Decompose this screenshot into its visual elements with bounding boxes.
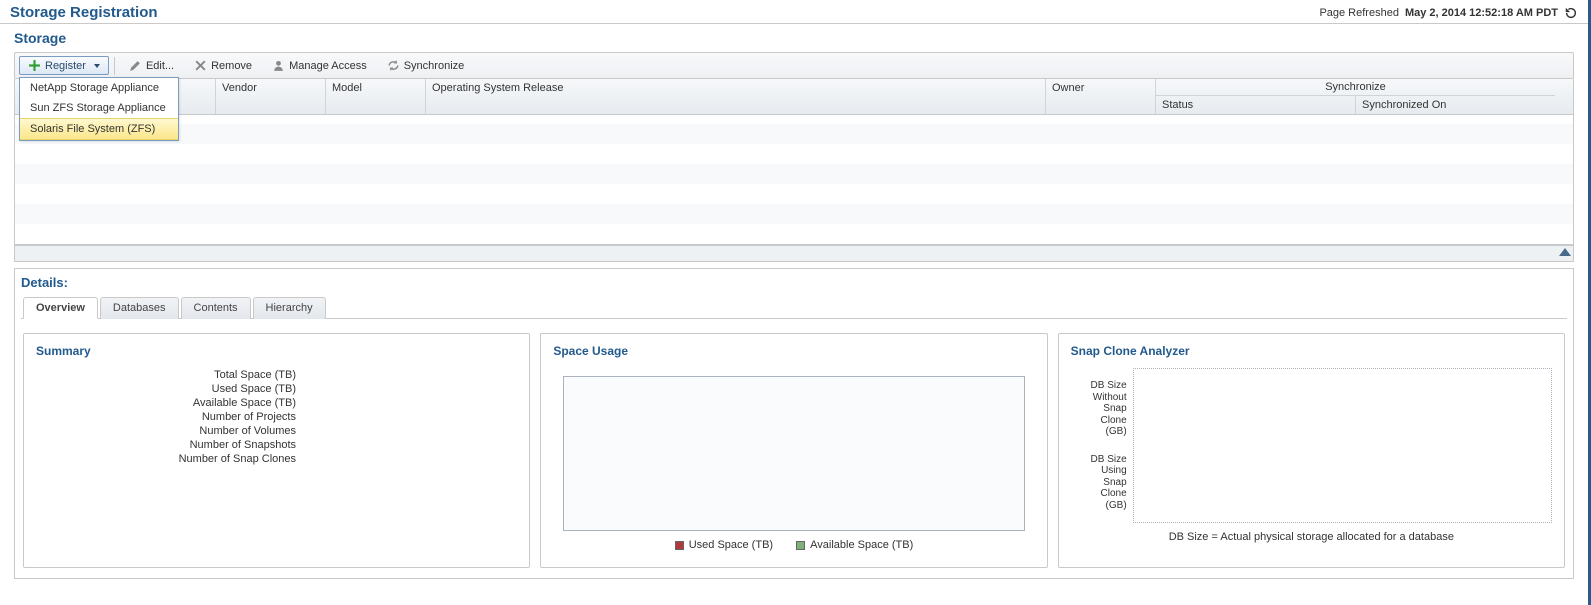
legend-available-label: Available Space (TB) — [810, 539, 913, 551]
register-button[interactable]: Register — [19, 56, 109, 75]
snap-label-using: DB Size Using Snap Clone (GB) — [1091, 454, 1127, 512]
page-title: Storage Registration — [10, 4, 158, 21]
snap-label-without: DB Size Without Snap Clone (GB) — [1091, 380, 1127, 438]
summary-list: Total Space (TB) Used Space (TB) Availab… — [36, 368, 296, 466]
grid-footer — [15, 245, 1573, 261]
register-dropdown: NetApp Storage Appliance Sun ZFS Storage… — [19, 77, 179, 141]
edit-button[interactable]: Edit... — [120, 56, 183, 75]
refresh-label: Page Refreshed — [1319, 7, 1399, 19]
refresh-timestamp: May 2, 2014 12:52:18 AM PDT — [1405, 7, 1558, 19]
space-usage-legend: Used Space (TB) Available Space (TB) — [553, 539, 1034, 553]
grid-header: Name Vendor Model Operating System Relea… — [15, 79, 1573, 115]
details-tabs: Overview Databases Contents Hierarchy — [21, 296, 1567, 319]
tab-hierarchy[interactable]: Hierarchy — [253, 297, 326, 319]
user-icon — [272, 59, 285, 72]
remove-button[interactable]: Remove — [185, 56, 261, 75]
legend-used: Used Space (TB) — [675, 539, 773, 551]
register-menu-netapp[interactable]: NetApp Storage Appliance — [20, 78, 178, 98]
tab-overview[interactable]: Overview — [23, 297, 98, 319]
summary-volumes: Number of Volumes — [36, 424, 296, 438]
summary-available-space: Available Space (TB) — [36, 396, 296, 410]
sync-icon — [387, 59, 400, 72]
storage-toolbar: Register NetApp Storage Appliance Sun ZF… — [14, 52, 1574, 79]
summary-title: Summary — [36, 344, 517, 358]
snap-clone-chart — [1133, 368, 1552, 523]
details-panel: Details: Overview Databases Contents Hie… — [14, 268, 1574, 579]
grid-body[interactable] — [15, 115, 1573, 245]
toolbar-separator — [114, 57, 115, 75]
top-header: Storage Registration Page Refreshed May … — [0, 0, 1588, 24]
summary-snapshots: Number of Snapshots — [36, 438, 296, 452]
col-vendor[interactable]: Vendor — [215, 79, 325, 114]
details-title: Details: — [21, 275, 1567, 290]
synchronize-button[interactable]: Synchronize — [378, 56, 474, 75]
page-root: { "header": { "title": "Storage Registra… — [0, 0, 1591, 605]
summary-total-space: Total Space (TB) — [36, 368, 296, 382]
col-os-release[interactable]: Operating System Release — [425, 79, 1045, 114]
tab-contents[interactable]: Contents — [181, 297, 251, 319]
tab-databases[interactable]: Databases — [100, 297, 179, 319]
remove-label: Remove — [211, 60, 252, 72]
manage-access-button[interactable]: Manage Access — [263, 56, 376, 75]
chevron-down-icon — [94, 64, 100, 68]
col-sync-header: Synchronize — [1155, 79, 1555, 96]
snap-clone-y-labels: DB Size Without Snap Clone (GB) DB Size … — [1071, 368, 1127, 523]
plus-icon — [28, 59, 41, 72]
overview-panels: Summary Total Space (TB) Used Space (TB)… — [21, 333, 1567, 568]
register-menu-solaris-zfs[interactable]: Solaris File System (ZFS) — [20, 118, 178, 140]
legend-used-label: Used Space (TB) — [689, 539, 773, 551]
summary-used-space: Used Space (TB) — [36, 382, 296, 396]
pencil-icon — [129, 59, 142, 72]
section-title: Storage — [14, 30, 1574, 46]
col-status[interactable]: Status — [1155, 96, 1355, 114]
snap-clone-chart-area: DB Size Without Snap Clone (GB) DB Size … — [1071, 368, 1552, 523]
page-refresh-area: Page Refreshed May 2, 2014 12:52:18 AM P… — [1319, 6, 1578, 20]
space-usage-chart — [563, 376, 1024, 531]
snap-clone-footer: DB Size = Actual physical storage alloca… — [1071, 531, 1552, 543]
storage-grid: Name Vendor Model Operating System Relea… — [14, 79, 1574, 262]
swatch-red-icon — [675, 541, 684, 550]
section-header: Storage — [0, 24, 1588, 50]
summary-snapclones: Number of Snap Clones — [36, 452, 296, 466]
space-usage-title: Space Usage — [553, 344, 1034, 358]
edit-label: Edit... — [146, 60, 174, 72]
summary-projects: Number of Projects — [36, 410, 296, 424]
legend-available: Available Space (TB) — [796, 539, 913, 551]
manage-access-label: Manage Access — [289, 60, 367, 72]
space-usage-panel: Space Usage Used Space (TB) Available Sp… — [540, 333, 1047, 568]
snap-clone-panel: Snap Clone Analyzer DB Size Without Snap… — [1058, 333, 1565, 568]
col-model[interactable]: Model — [325, 79, 425, 114]
refresh-icon[interactable] — [1564, 6, 1578, 20]
register-label: Register — [45, 60, 86, 72]
summary-panel: Summary Total Space (TB) Used Space (TB)… — [23, 333, 530, 568]
col-synced-on[interactable]: Synchronized On — [1355, 96, 1555, 114]
swatch-green-icon — [796, 541, 805, 550]
x-icon — [194, 59, 207, 72]
snap-clone-title: Snap Clone Analyzer — [1071, 344, 1552, 358]
collapse-up-icon[interactable] — [1559, 248, 1571, 256]
synchronize-label: Synchronize — [404, 60, 465, 72]
col-sync-group: Synchronize Status Synchronized On — [1155, 79, 1555, 114]
register-menu-sunzfs[interactable]: Sun ZFS Storage Appliance — [20, 98, 178, 118]
col-owner[interactable]: Owner — [1045, 79, 1155, 114]
